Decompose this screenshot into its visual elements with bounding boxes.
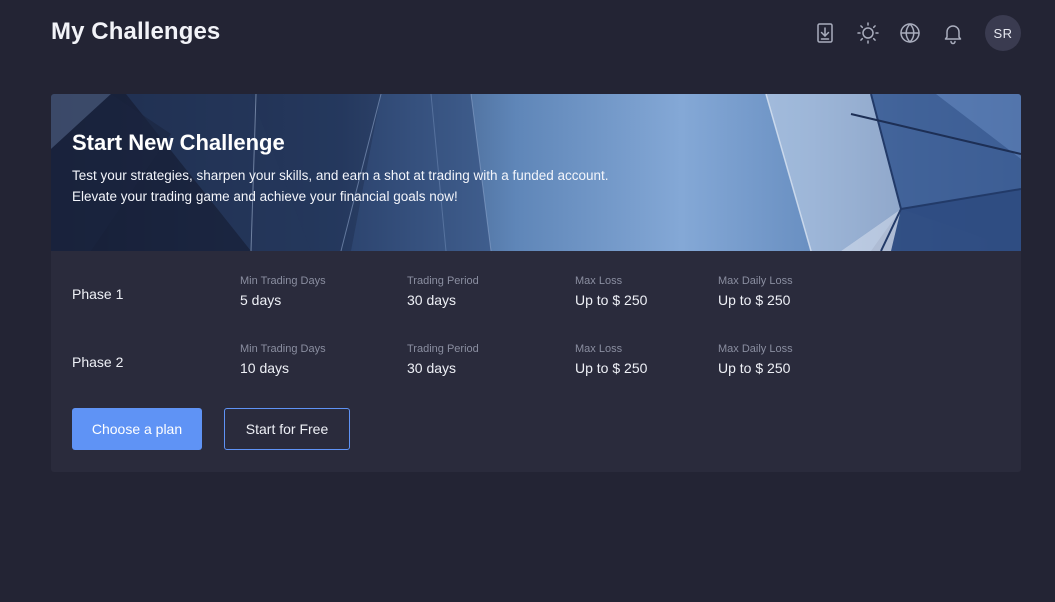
stat-max-loss: Max Loss Up to $ 250 [575,341,647,376]
stat-label: Max Loss [575,343,623,355]
download-icon [817,23,833,43]
language-button[interactable] [896,19,924,47]
stat-label: Max Daily Loss [718,275,793,287]
stat-value: Up to $ 250 [718,360,791,376]
phase-label: Phase 2 [72,354,124,370]
page-title: My Challenges [51,18,221,45]
banner-description-line-1: Test your strategies, sharpen your skill… [72,168,609,183]
stat-label: Min Trading Days [240,275,326,287]
phase-row-1: Phase 1 Min Trading Days 5 days Trading … [51,273,1021,317]
stat-value: 30 days [407,292,457,308]
stat-value: Up to $ 250 [718,292,791,308]
banner-description: Test your strategies, sharpen your skill… [72,165,692,207]
avatar[interactable]: SR [985,15,1021,51]
stat-label: Trading Period [407,343,479,355]
challenge-banner: Start New Challenge Test your strategies… [51,94,1021,251]
stat-label: Trading Period [407,275,479,287]
start-for-free-button[interactable]: Start for Free [224,408,350,450]
stat-value: 30 days [407,360,457,376]
globe-icon [900,23,920,43]
bell-icon [944,25,962,45]
stat-label: Min Trading Days [240,343,326,355]
stat-value: 10 days [240,360,290,376]
stat-label: Max Loss [575,275,623,287]
challenge-card: Start New Challenge Test your strategies… [51,94,1021,472]
download-button[interactable] [811,19,839,47]
banner-description-line-2: Elevate your trading game and achieve yo… [72,189,458,204]
phase-label: Phase 1 [72,286,124,302]
notifications-button[interactable] [939,19,967,47]
stat-max-loss: Max Loss Up to $ 250 [575,273,647,308]
stat-max-daily-loss: Max Daily Loss Up to $ 250 [718,273,793,308]
stat-max-daily-loss: Max Daily Loss Up to $ 250 [718,341,793,376]
stat-value: 5 days [240,292,282,308]
banner-title: Start New Challenge [72,130,285,155]
stat-trading-period: Trading Period 30 days [407,273,479,308]
choose-plan-button[interactable]: Choose a plan [72,408,202,450]
stat-value: Up to $ 250 [575,292,648,308]
theme-toggle-button[interactable] [854,19,882,47]
stat-min-trading-days: Min Trading Days 10 days [240,341,326,376]
stat-label: Max Daily Loss [718,343,793,355]
top-bar: My Challenges SR [0,0,1055,66]
sun-icon [857,22,879,44]
stat-min-trading-days: Min Trading Days 5 days [240,273,326,308]
stat-value: Up to $ 250 [575,360,648,376]
phase-row-2: Phase 2 Min Trading Days 10 days Trading… [51,341,1021,385]
stat-trading-period: Trading Period 30 days [407,341,479,376]
